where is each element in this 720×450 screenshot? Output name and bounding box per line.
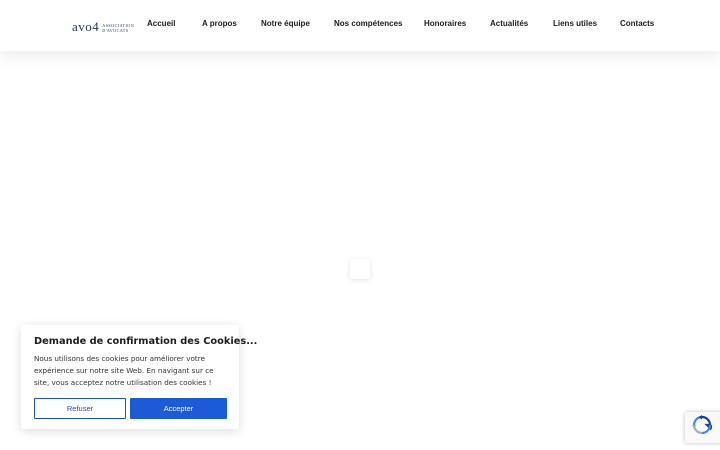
- site-logo[interactable]: avo4 ASSOCIATION D'AVOCATS: [72, 19, 134, 33]
- refuse-cookies-button[interactable]: Refuser: [34, 398, 126, 419]
- logo-wordmark: avo4: [72, 19, 100, 34]
- nav-item-a-propos[interactable]: A propos: [202, 19, 237, 28]
- cookie-consent-banner: Demande de confirmation des Cookies... N…: [21, 325, 257, 429]
- nav-item-actualites[interactable]: Actualités: [490, 19, 528, 28]
- nav-item-liens-utiles[interactable]: Liens utiles: [553, 19, 597, 28]
- nav-item-contacts[interactable]: Contacts: [620, 19, 654, 28]
- nav-item-accueil[interactable]: Accueil: [147, 19, 175, 28]
- site-header: avo4 ASSOCIATION D'AVOCATS Accueil A pro…: [0, 0, 720, 51]
- accept-cookies-button[interactable]: Accepter: [130, 398, 227, 419]
- recaptcha-badge[interactable]: [685, 412, 720, 443]
- nav-item-nos-competences[interactable]: Nos compétences: [334, 19, 402, 28]
- nav-item-notre-equipe[interactable]: Notre équipe: [261, 19, 310, 28]
- logo-subtitle: ASSOCIATION D'AVOCATS: [102, 23, 134, 33]
- cookie-banner-title: Demande de confirmation des Cookies...: [34, 336, 258, 347]
- recaptcha-icon: [692, 415, 714, 440]
- loading-spinner: [350, 259, 370, 279]
- logo-subtitle-line-2: D'AVOCATS: [102, 28, 129, 33]
- nav-item-honoraires[interactable]: Honoraires: [424, 19, 466, 28]
- cookie-banner-text: Nous utilisons des cookies pour améliore…: [34, 354, 214, 387]
